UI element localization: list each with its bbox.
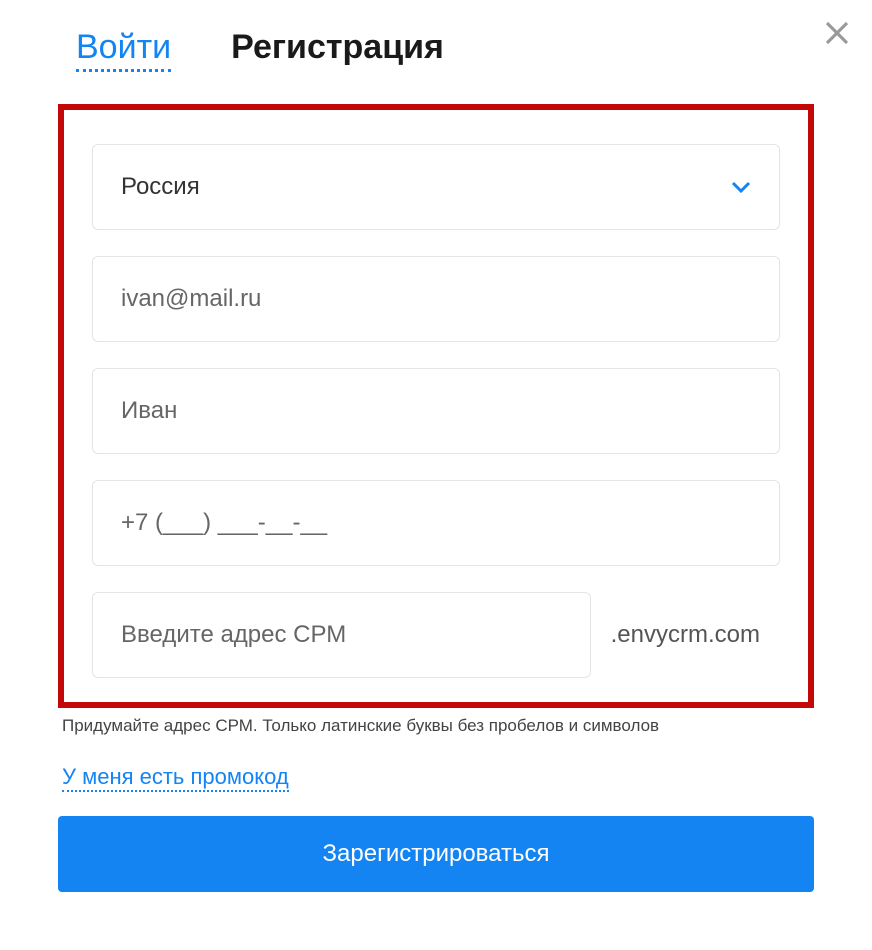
auth-tabs: Войти Регистрация bbox=[76, 28, 814, 72]
crm-address-input[interactable] bbox=[92, 592, 591, 678]
registration-form: Россия .envycrm.com bbox=[58, 104, 814, 708]
promo-code-link[interactable]: У меня есть промокод bbox=[62, 764, 289, 792]
tab-register: Регистрация bbox=[231, 28, 444, 67]
close-button[interactable] bbox=[822, 18, 852, 53]
crm-domain-suffix: .envycrm.com bbox=[591, 592, 780, 678]
registration-modal: Войти Регистрация Россия .envycrm.com Пр… bbox=[0, 0, 872, 950]
country-value: Россия bbox=[121, 173, 200, 201]
country-select[interactable]: Россия bbox=[92, 144, 780, 230]
crm-hint-text: Придумайте адрес СРМ. Только латинские б… bbox=[62, 716, 814, 736]
crm-address-row: .envycrm.com bbox=[92, 592, 780, 678]
register-button[interactable]: Зарегистрироваться bbox=[58, 816, 814, 892]
tab-login[interactable]: Войти bbox=[76, 28, 171, 72]
email-input[interactable] bbox=[92, 256, 780, 342]
chevron-down-icon bbox=[731, 173, 751, 201]
name-input[interactable] bbox=[92, 368, 780, 454]
phone-input[interactable] bbox=[92, 480, 780, 566]
close-icon bbox=[822, 18, 852, 48]
